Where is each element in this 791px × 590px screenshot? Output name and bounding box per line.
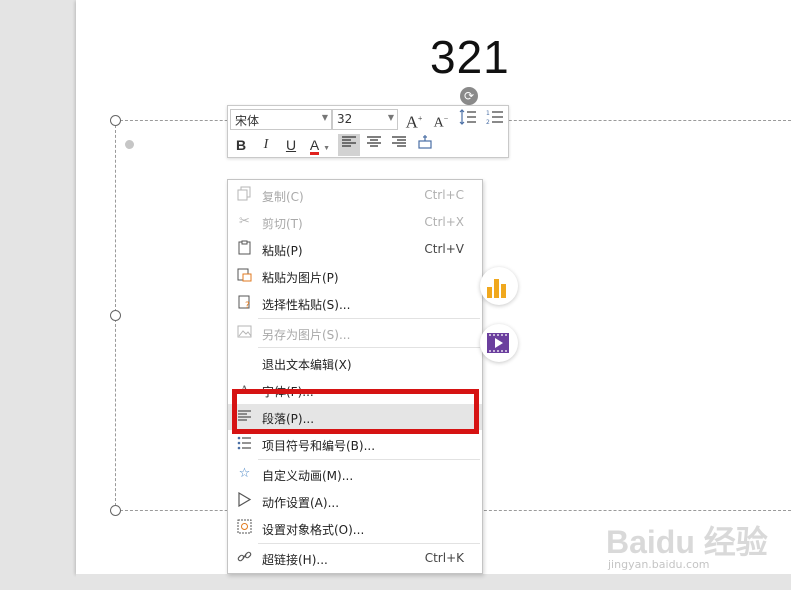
svg-text:?: ? [245,301,250,309]
increase-font-size-button[interactable]: A+ [403,108,425,132]
menu-item-shortcut: Ctrl+V [424,242,464,256]
menu-item-label: 另存为图片(S)... [262,328,351,342]
menu-item-hyperlink[interactable]: 超链接(H)... Ctrl+K [228,545,482,571]
align-center-icon [367,136,381,147]
line-spacing-button[interactable] [457,108,479,130]
menu-item-paste-special[interactable]: ? 选择性粘贴(S)... [228,290,482,316]
menu-item-label: 粘贴(P) [262,244,303,258]
menu-separator [258,318,480,319]
chevron-down-icon: ▼ [321,113,328,122]
menu-item-label: 剪切(T) [262,217,303,231]
menu-item-label: 退出文本编辑(X) [262,358,352,372]
bold-button[interactable]: B [230,134,252,156]
insert-video-button[interactable] [480,324,518,362]
menu-item-shortcut: Ctrl+C [424,188,464,202]
paste-icon [236,240,253,257]
menu-item-bullets-numbering[interactable]: 项目符号和编号(B)... [228,431,482,457]
format-painter-button[interactable] [414,134,436,156]
grow-font-icon: A [405,112,418,132]
menu-item-shortcut: Ctrl+K [424,551,464,565]
underline-icon: U [285,137,297,153]
save-picture-icon [236,324,253,341]
text-effects-icon [418,135,432,149]
italic-button[interactable]: I [255,134,277,156]
menu-item-label: 粘贴为图片(P) [262,271,339,285]
underline-button[interactable]: U [280,134,302,156]
numbered-list-icon: 12 [486,110,503,126]
bold-icon: B [235,137,247,153]
menu-item-label: 动作设置(A)... [262,496,340,510]
menu-item-custom-animation[interactable]: ☆ 自定义动画(M)... [228,461,482,487]
align-right-button[interactable] [388,134,410,156]
menu-item-label: 选择性粘贴(S)... [262,298,351,312]
text-cursor-bullet [125,140,134,149]
baidu-jingyan-watermark: Baidu 经验 jingyan.baidu.com [606,517,768,579]
context-menu: 复制(C) Ctrl+C ✂ 剪切(T) Ctrl+X 粘贴(P) Ctrl+V… [227,179,483,574]
menu-item-save-as-picture[interactable]: 另存为图片(S)... [228,320,482,346]
resize-handle-bottom-left[interactable] [110,505,121,516]
font-family-value: 宋体 [235,114,260,128]
watermark-url: jingyan.baidu.com [608,558,710,571]
font-color-button[interactable]: A ▼ [306,134,334,156]
font-size-select[interactable]: 32 ▼ [332,109,398,130]
scissors-icon: ✂ [239,214,250,229]
menu-item-paste-as-picture[interactable]: 粘贴为图片(P) [228,263,482,289]
menu-item-exit-text-edit[interactable]: 退出文本编辑(X) [228,350,482,376]
menu-item-label: 项目符号和编号(B)... [262,439,376,453]
video-icon [487,333,509,353]
shrink-font-icon: A [433,115,444,131]
font-size-value: 32 [337,112,353,126]
chevron-down-icon[interactable]: ▼ [323,145,330,152]
menu-item-copy[interactable]: 复制(C) Ctrl+C [228,182,482,208]
align-left-button[interactable] [338,134,360,156]
highlight-annotation-box [232,389,479,434]
copy-icon [236,186,253,203]
rotate-handle-icon[interactable]: ⟳ [460,87,478,105]
svg-text:1: 1 [486,110,490,117]
chevron-down-icon: ▼ [387,113,394,122]
menu-item-format-object[interactable]: 设置对象格式(O)... [228,515,482,541]
slide-title-text[interactable]: 321 [430,30,510,84]
paste-special-icon: ? [236,294,253,311]
bullets-icon [236,435,253,452]
menu-item-label: 自定义动画(M)... [262,469,354,483]
menu-item-label: 设置对象格式(O)... [262,523,365,537]
menu-item-cut[interactable]: ✂ 剪切(T) Ctrl+X [228,209,482,235]
menu-item-paste[interactable]: 粘贴(P) Ctrl+V [228,236,482,262]
resize-handle-middle-left[interactable] [110,310,121,321]
format-object-icon [236,519,253,536]
menu-item-shortcut: Ctrl+X [424,215,464,229]
align-left-icon [342,136,356,147]
animation-star-icon: ☆ [238,466,251,481]
menu-separator [258,459,480,460]
align-right-icon [392,136,406,147]
line-spacing-icon [459,109,476,125]
insert-chart-button[interactable] [480,267,518,305]
bar-chart-icon [487,279,506,298]
resize-handle-top-left[interactable] [110,115,121,126]
align-center-button[interactable] [363,134,385,156]
menu-item-action-settings[interactable]: 动作设置(A)... [228,488,482,514]
italic-icon: I [263,137,269,152]
numbered-list-button[interactable]: 12 [484,108,506,130]
menu-item-label: 超链接(H)... [262,553,328,567]
paste-as-picture-icon [236,267,253,284]
font-color-icon: A [309,137,320,155]
menu-separator [258,347,480,348]
svg-text:2: 2 [486,119,490,126]
font-family-select[interactable]: 宋体 ▼ [230,109,332,130]
menu-separator [258,543,480,544]
menu-item-label: 复制(C) [262,190,304,204]
watermark-logo-text: Baidu 经验 [606,524,768,560]
play-triangle-icon [236,491,253,509]
decrease-font-size-button[interactable]: A− [430,108,452,131]
mini-format-toolbar: 宋体 ▼ 32 ▼ A+ A− 12 B I U A ▼ [227,105,509,158]
link-icon [236,549,253,566]
